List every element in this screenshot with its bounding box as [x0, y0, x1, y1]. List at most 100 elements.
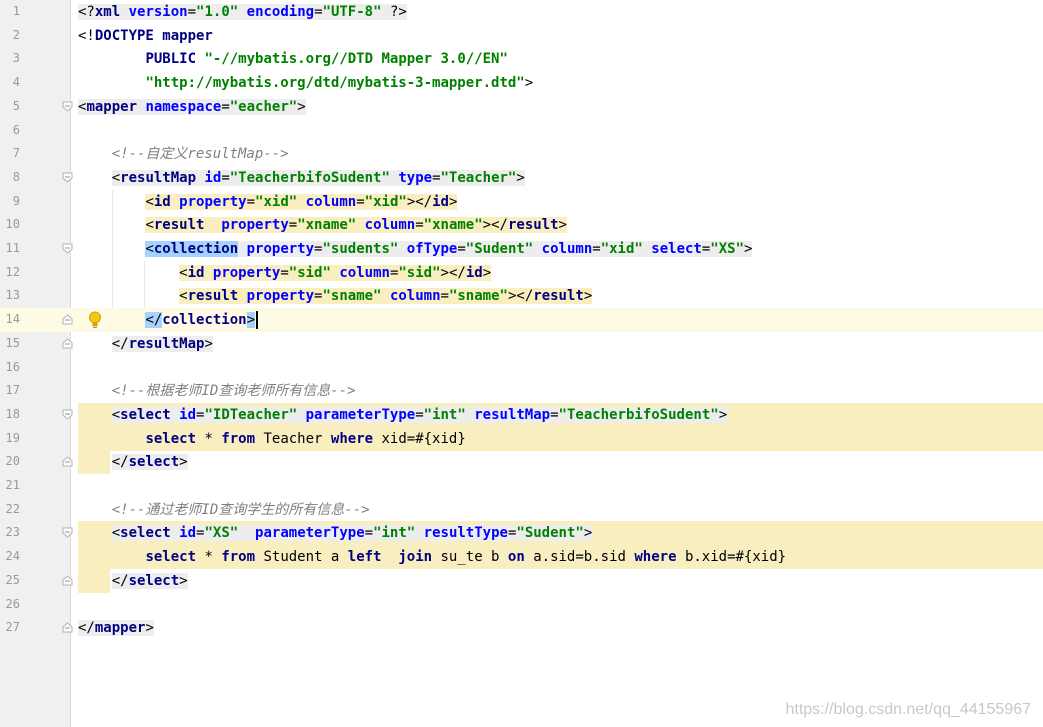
code-token: id — [153, 193, 180, 210]
line-number: 9 — [12, 193, 20, 208]
code-text: <?xml version="1.0" encoding="UTF-8" ?> — [78, 0, 407, 24]
fold-marker-icon[interactable] — [62, 456, 73, 467]
fold-marker-icon[interactable] — [62, 314, 73, 325]
code-token: "Sudent" — [465, 241, 534, 257]
line-number: 22 — [5, 501, 20, 516]
fold-marker-icon[interactable] — [62, 409, 73, 420]
tag-highlight: </select> — [111, 572, 188, 589]
fold-marker-icon[interactable] — [62, 575, 73, 586]
code-line[interactable]: 13 <result property="sname" column="snam… — [0, 284, 1043, 308]
code-token: "sid" — [398, 264, 441, 281]
code-token: resultMap — [120, 169, 205, 186]
code-token: > — [524, 75, 534, 92]
code-line[interactable]: 17 <!--根据老师ID查询老师所有信息--> — [0, 379, 1043, 403]
code-token: = — [457, 241, 466, 257]
code-line[interactable]: 12 <id property="sid" column="sid"></id> — [0, 261, 1043, 285]
code-line[interactable]: 16 — [0, 356, 1043, 380]
code-token: from — [221, 430, 264, 447]
fold-marker-icon[interactable] — [62, 338, 73, 349]
code-token: </ — [111, 335, 129, 352]
code-line[interactable]: 7 <!--自定义resultMap--> — [0, 142, 1043, 166]
code-token: column — [364, 217, 416, 234]
code-line[interactable]: 5 <mapper namespace="eacher"> — [0, 95, 1043, 119]
code-line[interactable]: 20 </select> — [0, 450, 1043, 475]
code-token: > — [297, 98, 306, 115]
line-number: 2 — [12, 27, 20, 42]
code-token: < — [179, 288, 188, 305]
code-token: id — [179, 406, 197, 423]
code-token: id — [187, 264, 213, 281]
fold-marker-icon[interactable] — [62, 101, 73, 112]
code-token: > — [482, 264, 492, 281]
code-token: "xname" — [423, 217, 483, 234]
code-token: property — [246, 288, 315, 305]
code-text: select * from Student a left join su_te … — [78, 545, 786, 569]
code-token: <!--通过老师ID查询学生的所有信息--> — [111, 501, 370, 518]
code-token: < — [111, 406, 121, 423]
code-token: = — [356, 193, 365, 210]
code-line[interactable]: 18 <select id="IDTeacher" parameterType=… — [0, 402, 1043, 427]
code-line[interactable]: 24 select * from Student a left join su_… — [0, 545, 1043, 570]
code-line[interactable]: 21 — [0, 474, 1043, 498]
code-editor[interactable]: 1 <?xml version="1.0" encoding="UTF-8" ?>… — [0, 0, 1043, 727]
code-line[interactable]: 6 — [0, 119, 1043, 143]
line-number: 1 — [12, 4, 20, 18]
fold-marker-icon[interactable] — [62, 172, 73, 183]
code-line[interactable]: 25 </select> — [0, 568, 1043, 593]
code-token: column — [305, 193, 357, 210]
code-text: select * from Teacher where xid=#{xid} — [78, 427, 466, 451]
code-line[interactable]: 3 PUBLIC "-//mybatis.org//DTD Mapper 3.0… — [0, 47, 1043, 71]
line-number: 3 — [12, 51, 20, 66]
code-line[interactable]: 15 </resultMap> — [0, 332, 1043, 356]
code-token: </ — [78, 620, 95, 637]
code-line[interactable]: 1 <?xml version="1.0" encoding="UTF-8" ?> — [0, 0, 1043, 24]
code-text: <id property="sid" column="sid"></id> — [78, 261, 492, 285]
fold-marker-icon[interactable] — [62, 622, 73, 633]
code-token: > — [448, 193, 458, 210]
code-token: <? — [78, 4, 95, 20]
code-line[interactable]: 4 "http://mybatis.org/dtd/mybatis-3-mapp… — [0, 71, 1043, 95]
code-text: "http://mybatis.org/dtd/mybatis-3-mapper… — [78, 71, 533, 95]
code-token: = — [280, 264, 289, 281]
fold-marker-icon[interactable] — [62, 527, 73, 539]
code-token: "int" — [423, 406, 466, 423]
fold-marker-icon[interactable] — [62, 243, 73, 254]
code-line[interactable]: 2 <!DOCTYPE mapper — [0, 24, 1043, 48]
code-line[interactable]: 9 <id property="xid" column="xid"></id> — [0, 190, 1043, 214]
code-line[interactable]: 19 select * from Teacher where xid=#{xid… — [0, 426, 1043, 451]
code-line[interactable]: 22 <!--通过老师ID查询学生的所有信息--> — [0, 498, 1043, 522]
code-token: "xname" — [297, 217, 357, 234]
code-token: ></ — [507, 288, 534, 305]
code-text: </collection> — [78, 308, 259, 332]
code-token: result — [187, 288, 247, 305]
line-number: 6 — [12, 122, 20, 137]
code-line[interactable]: 26 — [0, 593, 1043, 617]
code-line[interactable]: 14 </collection> — [0, 308, 1043, 333]
code-token: xid=#{xid} — [381, 430, 466, 447]
code-token: > — [204, 335, 213, 352]
code-line[interactable]: 27 </mapper> — [0, 616, 1043, 640]
code-text: </select> — [78, 450, 188, 474]
code-token: < — [145, 193, 154, 210]
code-line[interactable]: 10 <result property="xname" column="xnam… — [0, 213, 1043, 237]
code-line[interactable]: 23 <select id="XS" parameterType="int" r… — [0, 521, 1043, 546]
code-token: ?> — [389, 4, 407, 20]
code-token: property — [246, 241, 315, 257]
code-text: </select> — [78, 569, 188, 593]
code-token: "UTF-8" — [322, 4, 382, 20]
code-token: encoding — [246, 4, 315, 20]
code-text: </resultMap> — [78, 332, 213, 356]
line-number: 11 — [5, 241, 20, 255]
code-token: "IDTeacher" — [204, 406, 298, 423]
code-token: > — [583, 288, 593, 305]
code-token: collection — [162, 312, 247, 329]
code-token: ></ — [440, 264, 466, 281]
code-line[interactable]: 8 <resultMap id="TeacherbifoSudent" type… — [0, 166, 1043, 190]
code-line[interactable]: 11 <collection property = "sudents" ofType… — [0, 237, 1043, 261]
